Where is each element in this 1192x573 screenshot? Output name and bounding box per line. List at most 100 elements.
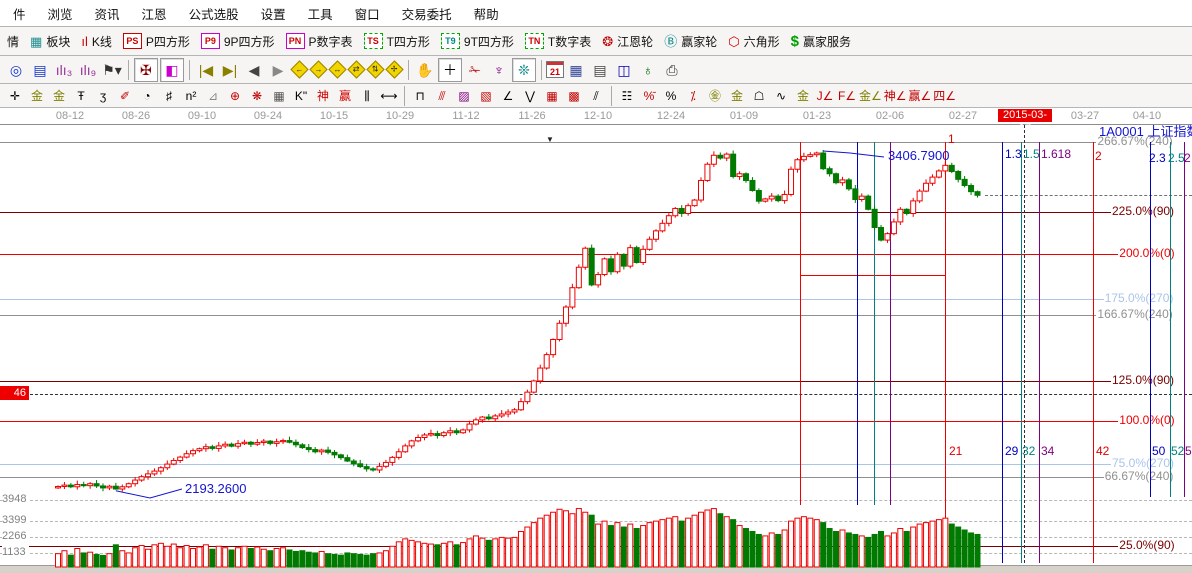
gann-stamp-icon[interactable]: ✠	[134, 58, 158, 82]
mirror-angle-icon[interactable]: ⊿	[203, 87, 223, 105]
measure-tool-icon[interactable]: ✁	[464, 59, 486, 81]
save-icon[interactable]: ◫	[613, 59, 635, 81]
fib-ruler-icon[interactable]: Ŧ	[71, 87, 91, 105]
grid-tool-icon[interactable]: ▦	[269, 87, 289, 105]
time-clock-icon[interactable]: ◔	[137, 87, 157, 105]
toolbar-9t-square-button[interactable]: T99T四方形	[441, 33, 514, 50]
gold-under-icon[interactable]: 金	[793, 87, 813, 105]
gold-line-icon[interactable]: 金	[727, 87, 747, 105]
pan-right-icon[interactable]: →	[309, 60, 327, 78]
menu-tools[interactable]: 工具	[297, 4, 344, 23]
gold-circle-icon[interactable]: ㊎	[705, 87, 725, 105]
toolbar-t-square-button[interactable]: TST四方形	[364, 33, 430, 50]
toolbar-hexagon-button[interactable]: ⬡六角形	[728, 33, 779, 50]
menu-gann[interactable]: 江恩	[131, 4, 178, 23]
calendar-icon[interactable]: 21	[546, 61, 564, 78]
toolbar-t-table-button[interactable]: TNT数字表	[525, 33, 591, 50]
date-tick: 09-10	[188, 110, 216, 122]
si-angle-icon[interactable]: 四∠	[933, 87, 956, 105]
date-tick: 01-09	[730, 110, 758, 122]
h-span-icon[interactable]: ⟷	[379, 87, 399, 105]
date-tick: 10-29	[386, 110, 414, 122]
gold-angle-icon[interactable]: 金∠	[859, 87, 882, 105]
menu-file[interactable]: 件	[2, 4, 37, 23]
menu-news[interactable]: 资讯	[84, 4, 131, 23]
trend-angle-icon[interactable]: ∠	[498, 87, 518, 105]
zoom-v-icon[interactable]: ⇅	[366, 60, 384, 78]
j-angle-icon[interactable]: J∠	[815, 87, 835, 105]
shen-angle-icon[interactable]: 神∠	[884, 87, 907, 105]
menu-settings[interactable]: 设置	[250, 4, 297, 23]
ray-fan-icon[interactable]: ⫻	[432, 87, 452, 105]
toolbar-separator	[189, 60, 190, 80]
toolbar-sector-button[interactable]: ▦板块	[30, 33, 70, 50]
star-burst-icon[interactable]: ❋	[247, 87, 267, 105]
next-bar-icon[interactable]: ▶	[267, 59, 289, 81]
menu-trade[interactable]: 交易委托	[391, 4, 463, 23]
ying-angle-icon[interactable]: 赢∠	[909, 87, 932, 105]
print-icon[interactable]: ⎙	[661, 59, 683, 81]
ruler-123-icon[interactable]: ⫼	[357, 87, 377, 105]
shade-box-red-icon[interactable]: ▧	[476, 87, 496, 105]
toolbar-p-square-button[interactable]: PSP四方形	[123, 33, 190, 50]
cost-histogram-icon[interactable]: ◧	[160, 58, 184, 82]
f-angle-icon[interactable]: F∠	[837, 87, 857, 105]
parallel-lines-icon[interactable]: ⫽	[586, 87, 606, 105]
toolbar-winner-wheel-button[interactable]: Ⓑ赢家轮	[664, 33, 717, 50]
menu-formula-select[interactable]: 公式选股	[178, 4, 250, 23]
toolbar-9p-square-button[interactable]: P99P四方形	[201, 33, 275, 50]
menu-window[interactable]: 窗口	[344, 4, 391, 23]
gold-ratio-h1-icon[interactable]: 金	[27, 87, 47, 105]
hand-tool-icon[interactable]: ✋	[414, 59, 436, 81]
percent-icon[interactable]: %	[661, 87, 681, 105]
tally-lines-icon[interactable]: ♯	[159, 87, 179, 105]
menu-browse[interactable]: 浏览	[37, 4, 84, 23]
toolbar-kline-button[interactable]: ılK线	[81, 33, 112, 50]
gold-ratio-h2-icon[interactable]: 金	[49, 87, 69, 105]
send-web-icon[interactable]: ♁	[637, 59, 659, 81]
toolbar-quote-button[interactable]: 情	[7, 33, 19, 50]
calculator-icon[interactable]: ▦	[565, 59, 587, 81]
wave-line-icon[interactable]: ∿	[771, 87, 791, 105]
period-dropdown-icon[interactable]: ⚑▾	[101, 59, 123, 81]
flag-bar-icon[interactable]: ☖	[749, 87, 769, 105]
shade-box-purple-icon[interactable]: ▨	[454, 87, 474, 105]
ying-tool-icon[interactable]: 赢	[335, 87, 355, 105]
pan-left-icon[interactable]: ←	[290, 60, 308, 78]
kline-9-icon[interactable]: ılı₉	[77, 59, 99, 81]
stock-pick-icon[interactable]: ◎	[5, 59, 27, 81]
compress-h-icon[interactable]: ⇄	[347, 60, 365, 78]
first-bar-icon[interactable]: |◀	[195, 59, 217, 81]
pct-under-icon[interactable]: ⁒	[683, 87, 703, 105]
board-info-icon[interactable]: ▤	[29, 59, 51, 81]
toolbar-p-table-button[interactable]: PNP数字表	[286, 33, 353, 50]
v-check-icon[interactable]: ⋁	[520, 87, 540, 105]
k-mark-icon[interactable]: Κ"	[291, 87, 311, 105]
box-tool-icon[interactable]: ⊓	[410, 87, 430, 105]
red-grid-icon[interactable]: ▦	[542, 87, 562, 105]
pen-icon[interactable]: ✐	[115, 87, 135, 105]
crosshair-tool-icon[interactable]: ＋	[438, 58, 462, 82]
dense-grid-icon[interactable]: ▩	[564, 87, 584, 105]
wave-tool-icon[interactable]: ❊	[512, 58, 536, 82]
cross-line-icon[interactable]: ✛	[5, 87, 25, 105]
n-square-icon[interactable]: n²	[181, 87, 201, 105]
panel-tool-icon[interactable]: ☷	[617, 87, 637, 105]
shen-tool-icon[interactable]: 神	[313, 87, 333, 105]
prev-bar-icon[interactable]: ◀	[243, 59, 265, 81]
toolbar-winner-service-button[interactable]: $赢家服务	[791, 33, 851, 50]
spiral-icon[interactable]: ʒ	[93, 87, 113, 105]
kline-3-icon[interactable]: ılı₃	[53, 59, 75, 81]
zoom-all-icon[interactable]: ✢	[385, 60, 403, 78]
horizontal-scrollbar[interactable]	[0, 565, 1192, 573]
toolbar-gann-wheel-button[interactable]: ❂江恩轮	[602, 33, 653, 50]
toolbar-separator	[408, 60, 409, 80]
last-bar-icon[interactable]: ▶|	[219, 59, 241, 81]
menu-help[interactable]: 帮助	[463, 4, 510, 23]
circle-cross-icon[interactable]: ⊕	[225, 87, 245, 105]
zoom-h-icon[interactable]: ↔	[328, 60, 346, 78]
memo-icon[interactable]: ▤	[589, 59, 611, 81]
gann-grid-tool-icon[interactable]: ♆	[488, 59, 510, 81]
chart-canvas[interactable]: 08-1208-2609-1009-2410-1510-2911-1211-26…	[0, 108, 1192, 573]
pct-line-icon[interactable]: %̄	[639, 87, 659, 105]
